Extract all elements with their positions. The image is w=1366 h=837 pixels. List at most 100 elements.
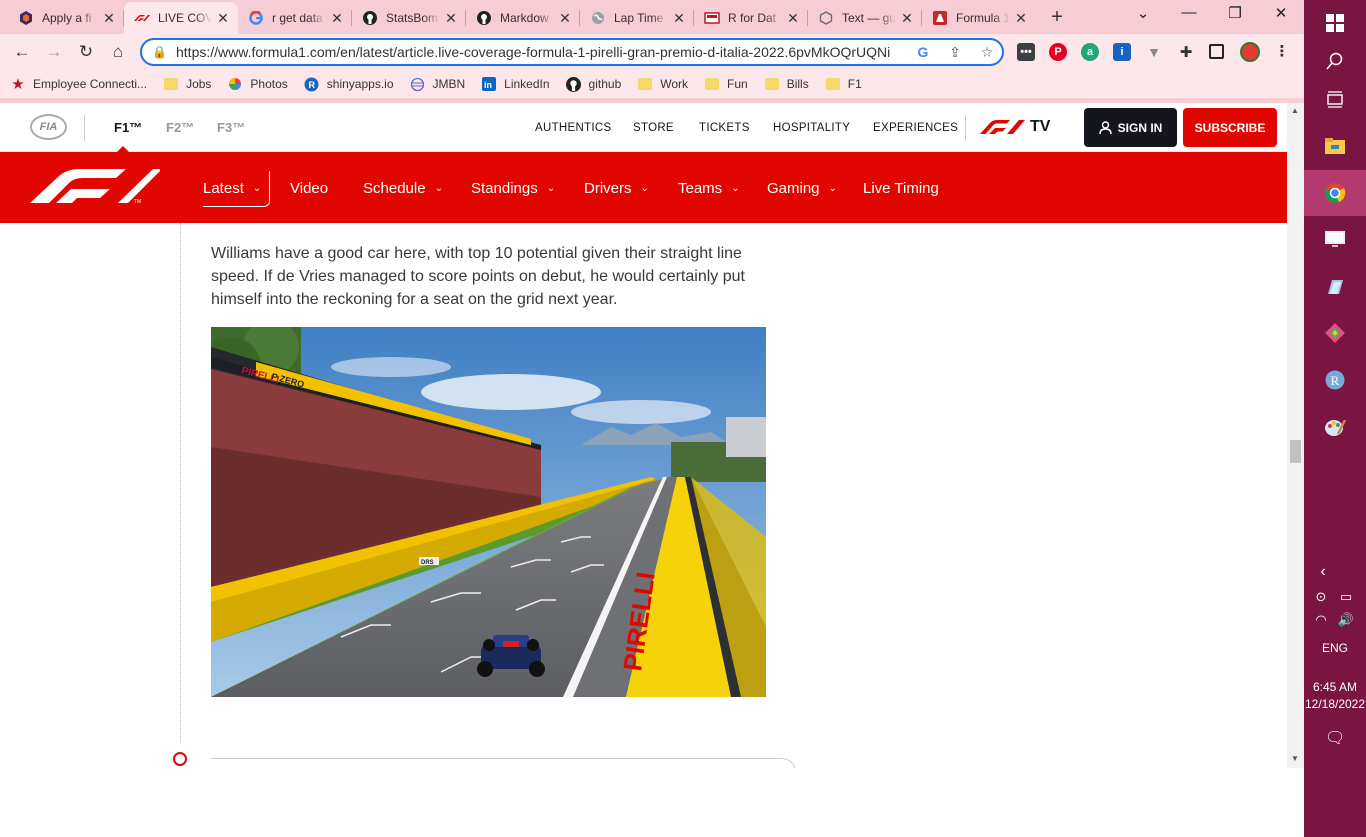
remote-desktop-icon[interactable] <box>1304 216 1366 262</box>
volume-icon[interactable]: 🔊 <box>1336 612 1356 628</box>
chevron-left-icon[interactable]: ‹ <box>1313 563 1333 581</box>
series-f2-link[interactable]: F2™ <box>166 120 194 135</box>
chrome-icon[interactable] <box>1304 170 1366 216</box>
page-scrollbar[interactable] <box>1287 103 1304 768</box>
nav-drivers[interactable]: Drivers ⌄ <box>584 180 649 197</box>
language-indicator[interactable]: ENG <box>1304 641 1366 655</box>
f1-logo[interactable]: TM <box>30 169 160 203</box>
bookmark-folder[interactable]: Work <box>637 77 688 91</box>
tab[interactable]: Lap Time ✕ <box>580 2 694 34</box>
series-f3-link[interactable]: F3™ <box>217 120 245 135</box>
vue-devtools-icon[interactable]: ▼ <box>1145 43 1163 61</box>
bookmark-folder[interactable]: Fun <box>704 77 748 91</box>
share-icon[interactable]: ⇪ <box>946 44 964 61</box>
restore-icon[interactable]: ❐ <box>1220 4 1250 22</box>
timeline-marker <box>173 752 187 766</box>
bookmark-folder[interactable]: F1 <box>825 77 862 91</box>
snip-tool-icon[interactable] <box>1304 310 1366 356</box>
address-bar[interactable]: 🔒 https://www.formula1.com/en/latest/art… <box>140 38 1004 66</box>
scroll-thumb[interactable] <box>1290 440 1301 463</box>
new-tab-button[interactable]: + <box>1046 6 1068 29</box>
bookmark-item[interactable]: in LinkedIn <box>481 77 550 91</box>
below-viewport-area <box>0 768 1304 837</box>
reload-icon[interactable]: ↻ <box>75 41 97 63</box>
url-text[interactable]: https://www.formula1.com/en/latest/artic… <box>176 44 906 60</box>
clock-time[interactable]: 6:45 AM <box>1304 680 1366 694</box>
menu-kebab-icon[interactable]: ⋮ <box>1273 42 1291 60</box>
nav-latest[interactable]: Latest ⌄ <box>203 180 261 197</box>
bookmark-folder[interactable]: Bills <box>764 77 809 91</box>
forward-arrow-icon[interactable]: → <box>43 41 65 63</box>
grammarly-icon[interactable]: a <box>1081 43 1099 61</box>
tab-active[interactable]: LIVE COV ✕ <box>124 2 238 34</box>
profile-avatar[interactable] <box>1240 42 1260 62</box>
experiences-link[interactable]: EXPERIENCES <box>873 122 958 134</box>
nav-live-timing[interactable]: Live Timing <box>863 180 939 197</box>
store-link[interactable]: STORE <box>633 122 674 134</box>
nav-schedule[interactable]: Schedule ⌄ <box>363 180 443 197</box>
side-panel-icon[interactable] <box>1209 44 1224 59</box>
user-icon <box>1098 121 1112 134</box>
linkedin-icon: in <box>481 77 497 91</box>
sign-in-button[interactable]: SIGN IN <box>1084 108 1177 147</box>
nav-video[interactable]: Video <box>290 180 328 197</box>
bookmark-item[interactable]: Rshinyapps.io <box>304 77 394 91</box>
authentics-link[interactable]: AUTHENTICS <box>535 122 611 134</box>
meet-now-icon[interactable]: ⊙ <box>1311 589 1331 605</box>
subscribe-button[interactable]: SUBSCRIBE <box>1183 108 1277 147</box>
rstudio-icon[interactable]: R <box>1304 357 1366 403</box>
scroll-up-arrow-icon[interactable]: ▲ <box>1291 106 1299 115</box>
close-icon[interactable]: ✕ <box>900 10 914 27</box>
tab[interactable]: StatsBom ✕ <box>352 2 466 34</box>
wifi-icon[interactable]: ◠ <box>1311 612 1331 628</box>
close-icon[interactable]: ✕ <box>786 10 800 27</box>
nav-teams[interactable]: Teams ⌄ <box>678 180 740 197</box>
tab[interactable]: Text — gu ✕ <box>808 2 922 34</box>
notifications-icon[interactable]: 🗨 <box>1325 728 1345 748</box>
close-icon[interactable]: ✕ <box>1014 10 1028 27</box>
paint-icon[interactable] <box>1304 404 1366 450</box>
close-icon[interactable]: ✕ <box>558 10 572 27</box>
extensions-puzzle-icon[interactable]: ✚ <box>1177 43 1195 61</box>
google-lens-icon[interactable]: G <box>914 44 932 60</box>
extension-dots-icon[interactable]: ••• <box>1017 43 1035 61</box>
home-icon[interactable]: ⌂ <box>107 41 129 63</box>
tab[interactable]: R for Dat ✕ <box>694 2 808 34</box>
nav-standings[interactable]: Standings ⌄ <box>471 180 555 197</box>
clock-date[interactable]: 12/18/2022 <box>1304 697 1366 711</box>
nav-gaming[interactable]: Gaming ⌄ <box>767 180 837 197</box>
close-window-icon[interactable]: ✕ <box>1266 4 1296 22</box>
back-arrow-icon[interactable]: ← <box>11 41 33 63</box>
notepad-icon[interactable] <box>1304 264 1366 310</box>
task-view-icon[interactable] <box>1304 76 1366 122</box>
tickets-link[interactable]: TICKETS <box>699 122 750 134</box>
info-extension-icon[interactable]: i <box>1113 43 1131 61</box>
bookmark-item[interactable]: github <box>566 76 621 92</box>
bookmark-folder[interactable]: Jobs <box>163 77 211 91</box>
series-f1-link[interactable]: F1™ <box>114 120 142 135</box>
minimize-icon[interactable]: — <box>1174 4 1204 21</box>
tab-search-chevron-icon[interactable]: ⌄ <box>1128 4 1158 22</box>
close-icon[interactable]: ✕ <box>444 10 458 27</box>
close-icon[interactable]: ✕ <box>672 10 686 27</box>
close-icon[interactable]: ✕ <box>330 10 344 27</box>
tab[interactable]: Apply a fi ✕ <box>8 2 124 34</box>
tab[interactable]: r get data ✕ <box>238 2 352 34</box>
tab[interactable]: Formula 1 ✕ <box>922 2 1036 34</box>
close-icon[interactable]: ✕ <box>216 10 230 27</box>
close-icon[interactable]: ✕ <box>102 10 116 27</box>
tab[interactable]: Markdow ✕ <box>466 2 580 34</box>
battery-icon[interactable]: ▭ <box>1336 589 1356 605</box>
bookmark-item[interactable]: ★ Employee Connecti... <box>10 76 147 93</box>
fia-logo[interactable]: FIA <box>30 114 67 140</box>
bookmark-item[interactable]: JMBN <box>410 77 465 91</box>
bookmark-item[interactable]: Photos <box>227 77 288 91</box>
file-explorer-icon[interactable] <box>1304 123 1366 169</box>
hospitality-link[interactable]: HOSPITALITY <box>773 122 850 134</box>
svg-text:TM: TM <box>134 199 141 203</box>
f1tv-link[interactable]: TV <box>980 118 1050 136</box>
pinterest-icon[interactable]: P <box>1049 43 1067 61</box>
bookmark-star-icon[interactable]: ☆ <box>978 44 996 61</box>
hexagon-favicon-icon <box>18 10 34 26</box>
scroll-down-arrow-icon[interactable]: ▼ <box>1291 754 1299 763</box>
